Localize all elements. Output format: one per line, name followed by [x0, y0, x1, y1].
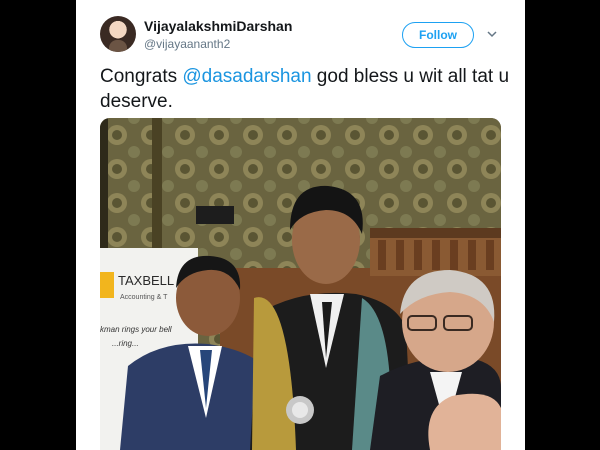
banner-line-1: kman rings your bell	[100, 325, 172, 334]
author-name[interactable]: VijayalakshmiDarshan	[144, 18, 292, 34]
tweet-photo[interactable]: TAXBELL Accounting & T kman rings your b…	[100, 118, 501, 450]
banner-tagline: Accounting & T	[120, 294, 168, 301]
mention-link[interactable]: @dasadarshan	[182, 66, 311, 87]
tweet-text-prefix: Congrats	[100, 66, 183, 87]
tweet-card: VijayalakshmiDarshan @vijayaananth2 Foll…	[76, 0, 525, 450]
author-handle[interactable]: @vijayaananth2	[144, 37, 230, 51]
photo-illustration: TAXBELL Accounting & T kman rings your b…	[100, 118, 501, 450]
chevron-down-icon[interactable]	[487, 29, 497, 39]
follow-button[interactable]: Follow	[402, 22, 474, 48]
avatar[interactable]	[100, 16, 136, 52]
banner-line-2: ...ring...	[112, 339, 139, 348]
banner-brand: TAXBELL	[118, 273, 174, 288]
tweet-text: Congrats @dasadarshan god bless u wit al…	[100, 64, 510, 114]
